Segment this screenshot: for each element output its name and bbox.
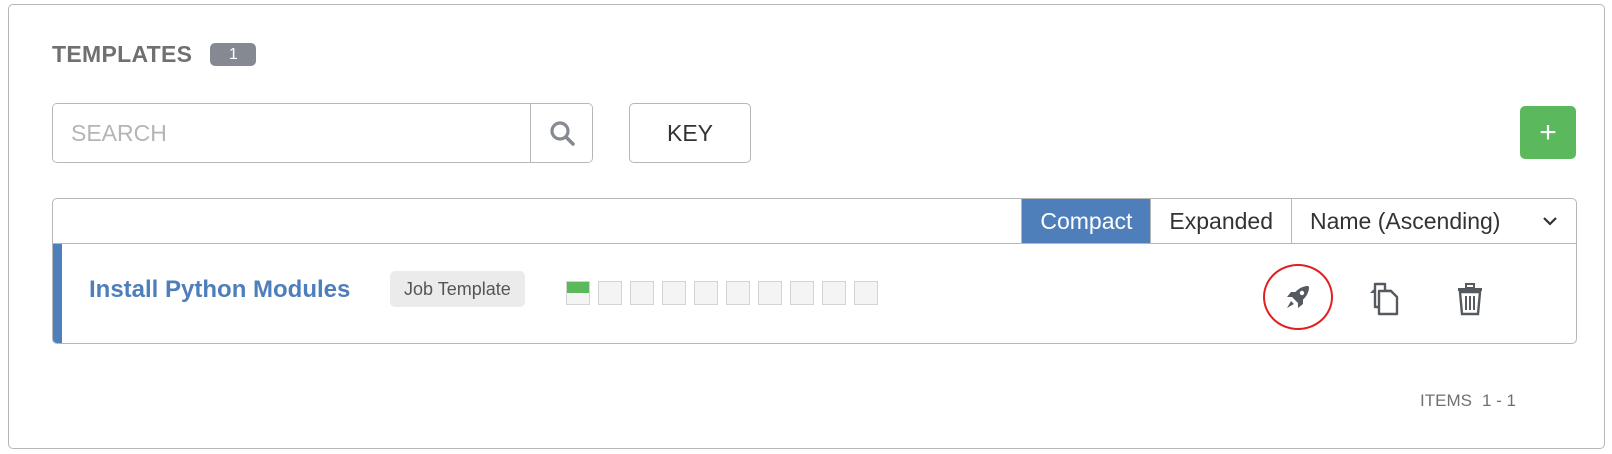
expanded-view-button[interactable]: Expanded (1150, 199, 1291, 243)
job-status-box (694, 281, 718, 305)
pagination: ITEMS 1 - 1 (1420, 391, 1516, 411)
sort-selected-label: Name (Ascending) (1310, 207, 1501, 234)
rocket-icon (1287, 286, 1309, 308)
items-label: ITEMS (1420, 391, 1472, 410)
copy-icon (1370, 282, 1399, 316)
templates-list: Compact Expanded Name (Ascending) Instal… (52, 198, 1577, 344)
panel-header: TEMPLATES 1 (52, 41, 257, 68)
job-status-box (854, 281, 878, 305)
job-status-box (598, 281, 622, 305)
search-icon (549, 121, 575, 146)
search-input[interactable] (53, 104, 530, 162)
sort-select[interactable]: Name (Ascending) (1291, 199, 1576, 243)
job-status-box[interactable] (566, 281, 590, 305)
list-toolbar: Compact Expanded Name (Ascending) (53, 199, 1576, 244)
templates-panel: TEMPLATES 1 KEY + Compact Expanded Name … (8, 4, 1605, 449)
launch-button[interactable] (1263, 264, 1333, 330)
page-title: TEMPLATES (52, 41, 193, 67)
job-status-box (630, 281, 654, 305)
row-accent (53, 244, 62, 343)
search-group (52, 103, 593, 163)
items-range: 1 - 1 (1481, 391, 1516, 410)
key-button[interactable]: KEY (629, 103, 751, 163)
chevron-down-icon (1543, 217, 1557, 226)
delete-button[interactable] (1445, 274, 1495, 324)
recent-jobs-sparkline (566, 281, 878, 305)
template-type-badge: Job Template (390, 271, 525, 307)
view-toggle: Compact Expanded (1021, 199, 1291, 243)
compact-view-button[interactable]: Compact (1021, 199, 1151, 243)
job-status-box (662, 281, 686, 305)
template-name-link[interactable]: Install Python Modules (89, 276, 350, 304)
row-actions (1263, 264, 1503, 334)
job-status-box (758, 281, 782, 305)
job-status-box (726, 281, 750, 305)
list-item: Install Python Modules Job Template (53, 244, 1576, 343)
job-status-box (822, 281, 846, 305)
add-button[interactable]: + (1520, 106, 1576, 159)
copy-button[interactable] (1358, 274, 1408, 324)
job-status-box (790, 281, 814, 305)
trash-icon (1458, 283, 1482, 316)
search-button[interactable] (530, 104, 592, 162)
count-badge: 1 (210, 43, 257, 66)
